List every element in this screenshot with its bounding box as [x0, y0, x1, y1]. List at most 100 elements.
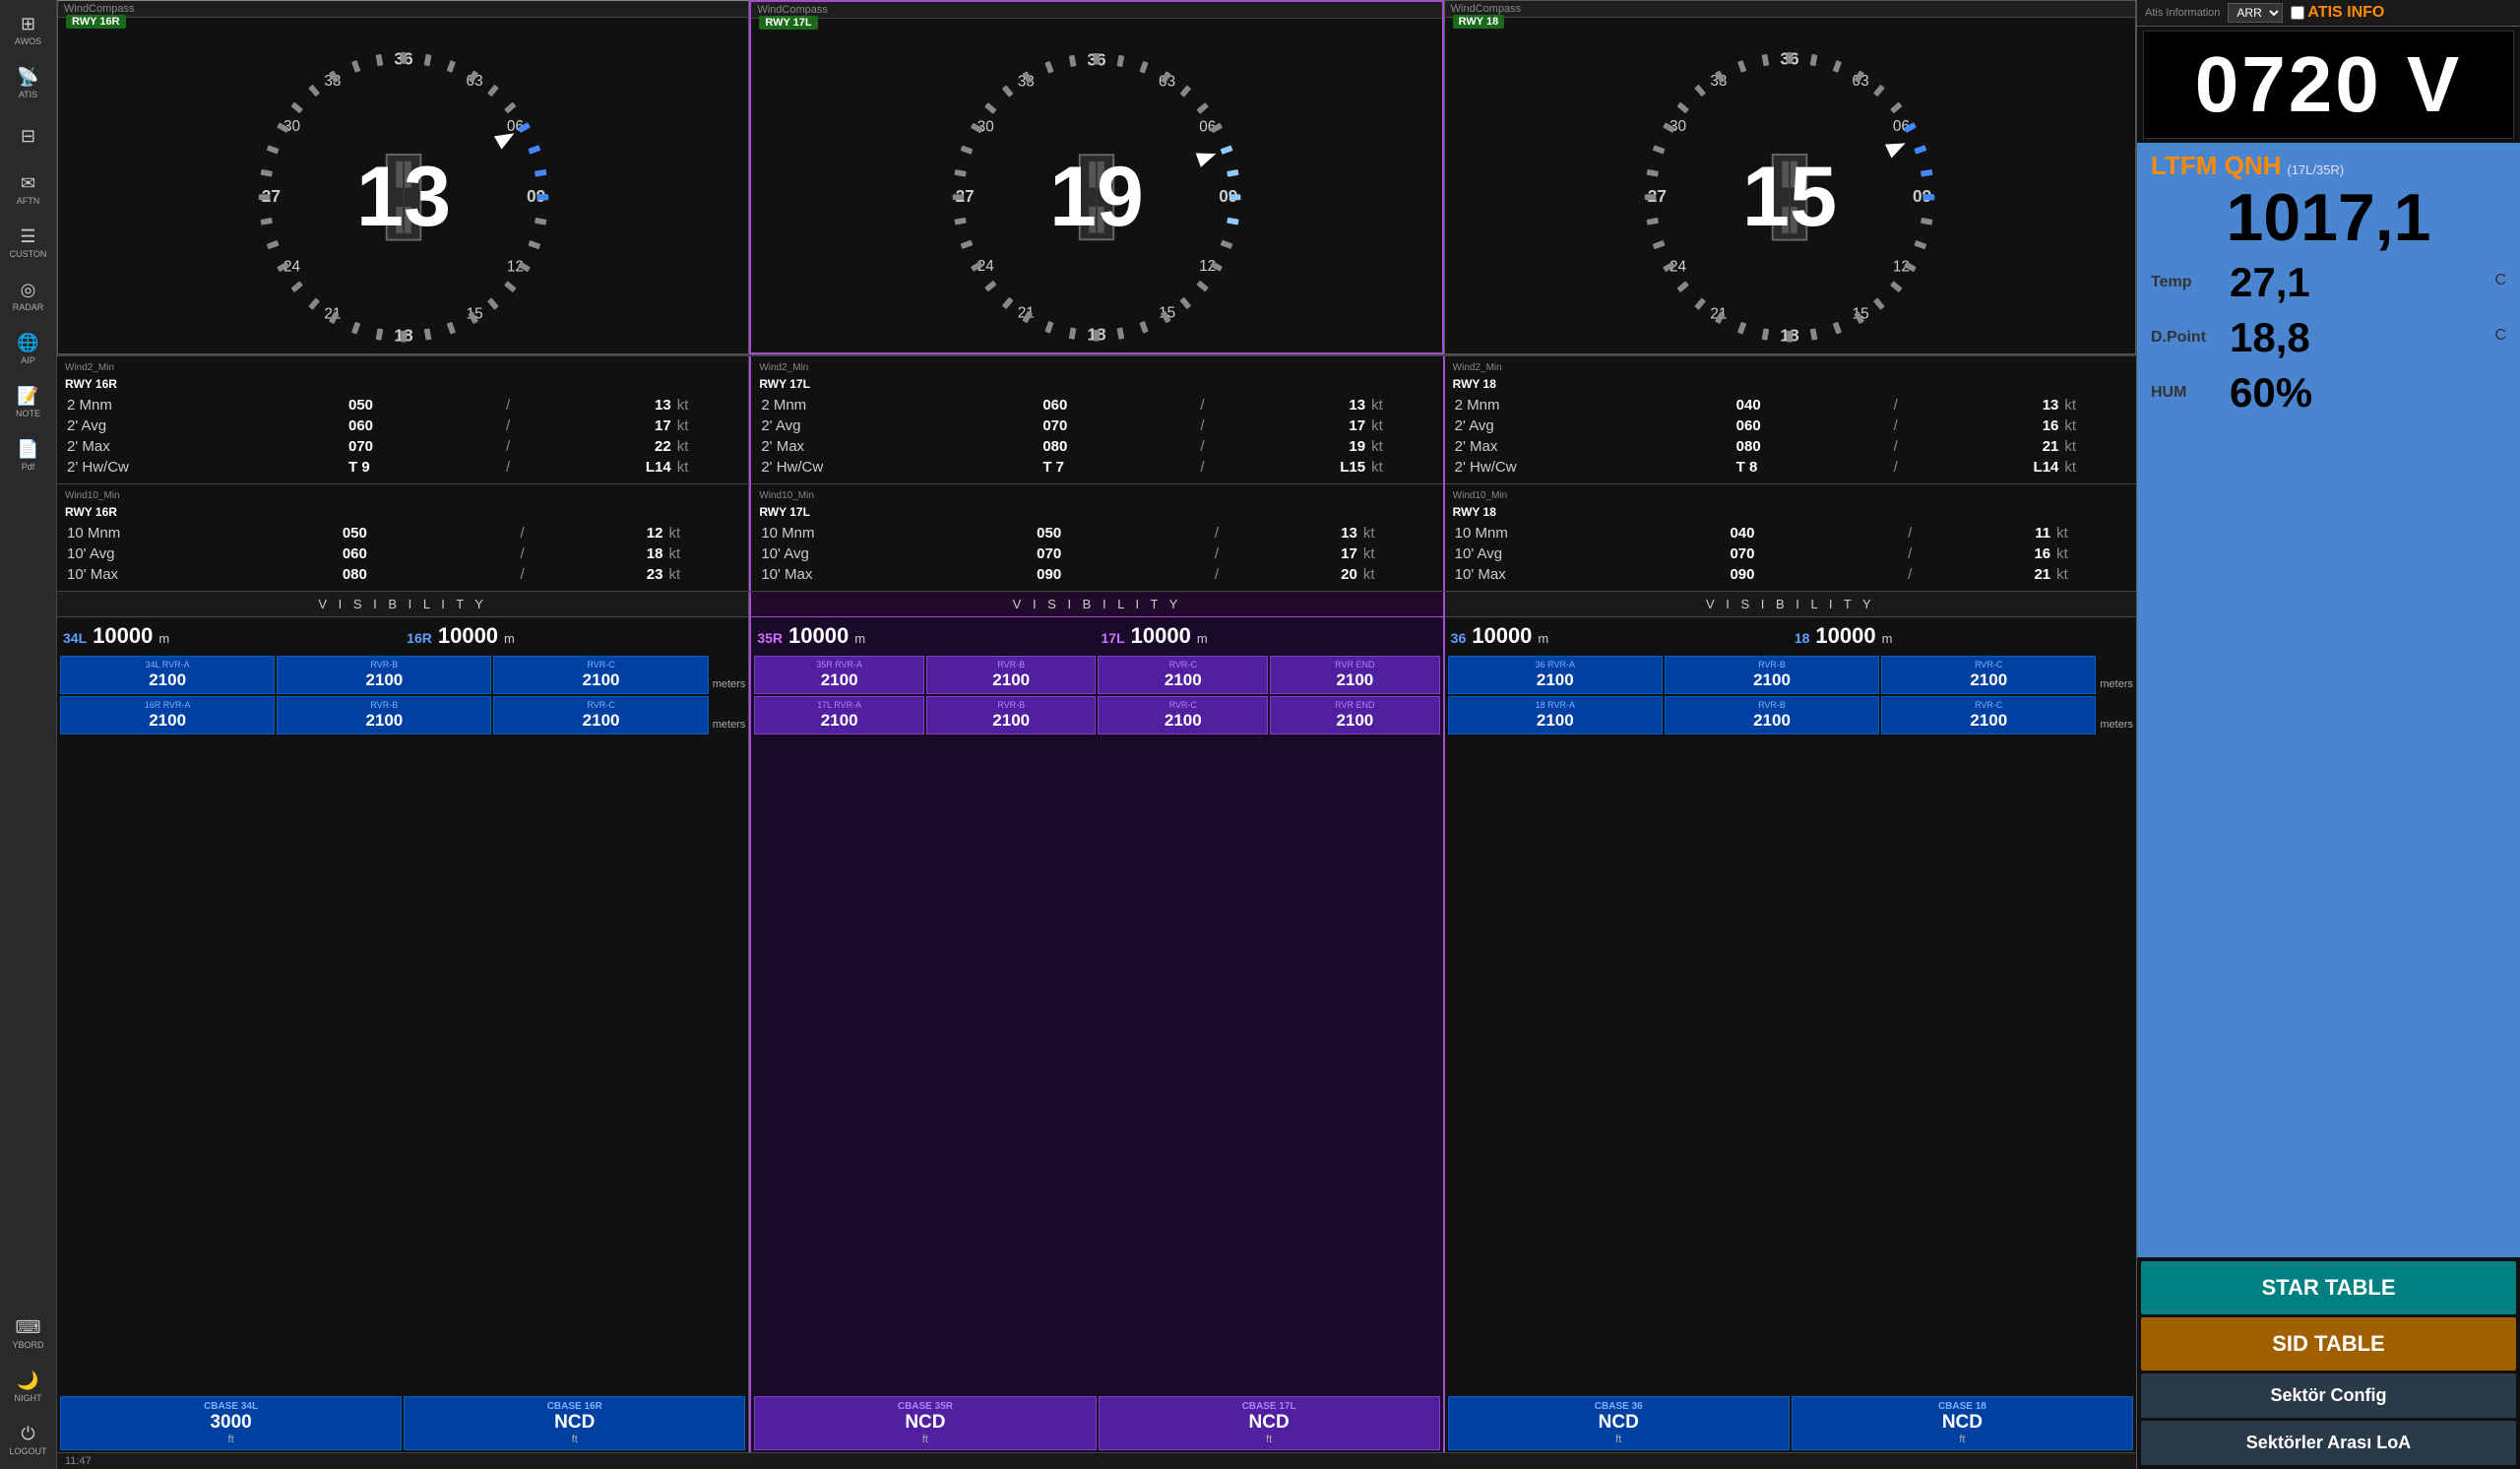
night-icon: 🌙: [17, 1371, 38, 1391]
rvr-36-a-label: 36 RVR-A: [1451, 660, 1660, 671]
atis-header: Atis Information ARR ATIS INFO: [2137, 0, 2520, 27]
vis-rwy-35r-value: 10000: [788, 623, 849, 649]
wind10-panel-3: Wind10_Min RWY 18 10 Mnm040/11kt 10' Avg…: [1445, 484, 2136, 591]
rvr-17l-end-val: 2100: [1273, 711, 1437, 731]
rvr-34l-b-label: RVR-B: [280, 660, 488, 671]
compass-title-1: WindCompass: [58, 1, 748, 18]
atis-panel: Atis Information ARR ATIS INFO 0720 V LT…: [2136, 0, 2520, 1469]
wind10-title-3: Wind10_Min: [1453, 490, 2128, 501]
awos-icon: ⊞: [21, 14, 35, 34]
rvr-18-b-val: 2100: [1668, 711, 1876, 731]
sidebar-item-icon3[interactable]: ⊟: [3, 110, 54, 161]
vis-rwy-18-unit: m: [1882, 631, 1893, 646]
sidebar-item-logout[interactable]: ⏻ LOGOUT: [3, 1414, 54, 1465]
temp-row: Temp 27,1 C: [2151, 255, 2506, 310]
rvr-35r-end: RVR END 2100: [1270, 656, 1440, 694]
cbase-row-2: CBASE 35R NCD ft CBASE 17L NCD ft: [751, 1394, 1442, 1452]
sidebar-item-atis[interactable]: 📡 ATIS: [3, 57, 54, 108]
compass-svg-1: 36 09 18 27 03 06 12 15 21 24 30 33: [226, 32, 581, 353]
star-table-button[interactable]: STAR TABLE: [2141, 1261, 2516, 1314]
wind10-title-2: Wind10_Min: [759, 490, 1434, 501]
rvr-36-c-val: 2100: [1884, 671, 2093, 690]
compass-panel-rwy18: WindCompass RWY 18 36 09 18 27 03 06 12 …: [1444, 0, 2136, 354]
wind10-table-1: 10 Mnm050/12kt 10' Avg060/18kt 10' Max08…: [65, 523, 740, 585]
vis-rwy-17l-value: 10000: [1131, 623, 1191, 649]
hum-row: HUM 60%: [2151, 365, 2506, 420]
vis-rwy-36-label: 36: [1451, 630, 1467, 646]
yboard-icon: ⌨: [16, 1317, 41, 1338]
dpoint-row: D.Point 18,8 C: [2151, 310, 2506, 365]
cbase-18-label: CBASE 18: [1795, 1401, 2130, 1412]
cbase-34l: CBASE 34L 3000 ft: [60, 1396, 402, 1450]
sidebar-item-night[interactable]: 🌙 NIGHT: [3, 1361, 54, 1412]
rvr-17l-a-val: 2100: [757, 711, 921, 731]
atis-checkbox[interactable]: [2291, 6, 2304, 20]
vis-rwy-34l-value: 10000: [93, 623, 153, 649]
compass-svg-3: 36 09 18 27 03 06 12 15 21 24 30 33: [1612, 32, 1967, 353]
sid-table-button[interactable]: SID TABLE: [2141, 1317, 2516, 1371]
aip-label: AIP: [21, 355, 35, 365]
aftn-label: AFTN: [17, 196, 40, 206]
rvr-35r-a-label: 35R RVR-A: [757, 660, 921, 671]
sidebar-item-awos[interactable]: ⊞ AWOS: [3, 4, 54, 55]
rvr-row-16r: 16R RVR-A 2100 RVR-B 2100 RVR-C 2100 met…: [57, 695, 748, 735]
awos-label: AWOS: [15, 36, 41, 46]
wind2-panel-3: Wind2_Min RWY 18 2 Mnm040/13kt 2' Avg060…: [1445, 356, 2136, 484]
cbase-row-1: CBASE 34L 3000 ft CBASE 16R NCD ft: [57, 1394, 748, 1452]
sidebar-item-aftn[interactable]: ✉ AFTN: [3, 163, 54, 215]
sidebar-item-aip[interactable]: 🌐 AIP: [3, 323, 54, 374]
wind2-title-2: Wind2_Min: [759, 362, 1434, 373]
cbase-18-unit: ft: [1795, 1434, 2130, 1445]
temp-value: 27,1: [2230, 259, 2494, 306]
vis-cell-17l: 17L 10000 m: [1100, 621, 1439, 651]
cbase-17l: CBASE 17L NCD ft: [1099, 1396, 1440, 1450]
rwy-label-3: RWY 18: [1453, 15, 1505, 29]
vis-title-3: V I S I B I L I T Y: [1445, 592, 2136, 617]
qnh-sub: (17L/35R): [2287, 162, 2344, 177]
cbase-34l-unit: ft: [63, 1434, 399, 1445]
cbase-17l-label: CBASE 17L: [1102, 1401, 1437, 1412]
rvr-18-a-label: 18 RVR-A: [1451, 700, 1660, 711]
sektor-config-button[interactable]: Sektör Config: [2141, 1373, 2516, 1418]
rvr-18-b: RVR-B 2100: [1665, 696, 1879, 734]
sidebar-item-radar[interactable]: ◎ RADAR: [3, 270, 54, 321]
rvr-36-a-val: 2100: [1451, 671, 1660, 690]
vis-rwy-36-unit: m: [1538, 631, 1548, 646]
cbase-18: CBASE 18 NCD ft: [1792, 1396, 2133, 1450]
rvr-18-c-val: 2100: [1884, 711, 2093, 731]
vis-values-1: 34L 10000 m 16R 10000 m: [57, 617, 748, 655]
logout-label: LOGOUT: [9, 1446, 46, 1456]
rvr-16r-b-label: RVR-B: [280, 700, 488, 711]
atis-panel-title: Atis Information: [2145, 7, 2220, 19]
wind10-rwy-2: RWY 17L: [759, 505, 1434, 519]
radar-icon: ◎: [21, 280, 36, 300]
vis-cell-34l: 34L 10000 m: [61, 621, 401, 651]
atis-label: ATIS: [19, 90, 37, 99]
rvr-18-c: RVR-C 2100: [1881, 696, 2096, 734]
sidebar-item-custom[interactable]: ☰ CUSTON: [3, 217, 54, 268]
sidebar-item-pdf[interactable]: 📄 Pdf: [3, 429, 54, 480]
sektorler-arasi-button[interactable]: Sektörler Arası LoA: [2141, 1421, 2516, 1465]
rvr-35r-a: 35R RVR-A 2100: [754, 656, 924, 694]
qnh-label: LTFM QNH: [2151, 151, 2281, 181]
vis-rwy-34l-unit: m: [158, 631, 169, 646]
rvr-35r-c-val: 2100: [1101, 671, 1265, 690]
vis-cell-35r: 35R 10000 m: [755, 621, 1095, 651]
svg-text:15: 15: [1742, 150, 1837, 244]
vis-rwy-34l-label: 34L: [63, 630, 87, 646]
wind2-title-1: Wind2_Min: [65, 362, 740, 373]
wind2-panel-2: Wind2_Min RWY 17L 2 Mnm060/13kt 2' Avg07…: [751, 356, 1442, 484]
wind2-title-3: Wind2_Min: [1453, 362, 2128, 373]
atis-arr-select[interactable]: ARR: [2228, 3, 2283, 23]
compass-title-2: WindCompass: [751, 2, 1441, 19]
aip-icon: 🌐: [17, 333, 38, 353]
hum-label: HUM: [2151, 384, 2230, 402]
pdf-label: Pdf: [22, 462, 35, 472]
rvr-row-18: 18 RVR-A 2100 RVR-B 2100 RVR-C 2100 mete…: [1445, 695, 2136, 735]
custom-icon: ☰: [20, 226, 35, 247]
rvr-16r-a-val: 2100: [63, 711, 272, 731]
sidebar-item-note[interactable]: 📝 NOTE: [3, 376, 54, 427]
cbase-36-label: CBASE 36: [1451, 1401, 1787, 1412]
sidebar-item-yboard[interactable]: ⌨ YBORD: [3, 1308, 54, 1359]
rvr-36-b-label: RVR-B: [1668, 660, 1876, 671]
